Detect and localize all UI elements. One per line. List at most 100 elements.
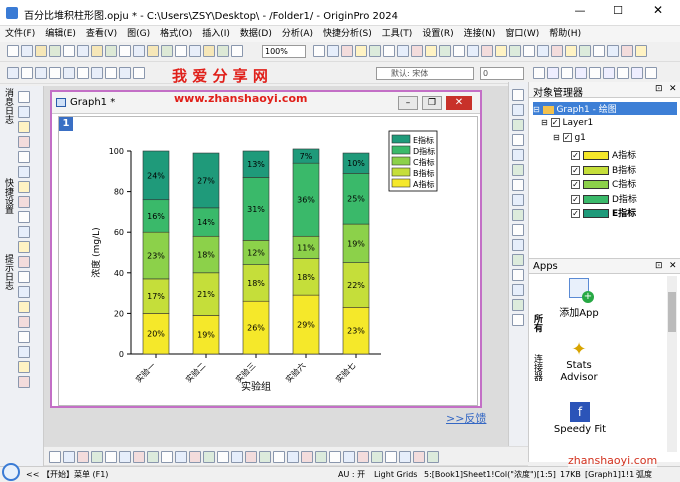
toolbar-button-icon[interactable] <box>371 451 383 463</box>
toolbar-button-icon[interactable] <box>411 45 423 57</box>
feedback-link[interactable]: >>反馈 <box>446 410 486 426</box>
graph-close-button[interactable]: ✕ <box>446 96 472 110</box>
toolbar-button-icon[interactable] <box>18 196 30 208</box>
toolbar-button-icon[interactable] <box>35 45 47 57</box>
collapse-icon[interactable]: ⊟ <box>533 105 540 114</box>
tree-plot-item[interactable]: ✓ C指标 <box>571 177 677 192</box>
menu-item-8[interactable]: 快捷分析(S) <box>318 26 377 42</box>
minimize-button[interactable]: — <box>570 4 590 20</box>
toolbar-button-icon[interactable] <box>481 45 493 57</box>
toolbar-button-icon[interactable] <box>645 67 657 79</box>
close-button[interactable]: ✕ <box>648 3 668 19</box>
toolbar-button-icon[interactable] <box>18 211 30 223</box>
toolbar-button-icon[interactable] <box>63 451 75 463</box>
toolbar-button-icon[interactable] <box>21 67 33 79</box>
menu-item-2[interactable]: 查看(V) <box>81 26 122 42</box>
toolbar-button-icon[interactable] <box>18 106 30 118</box>
toolbar-button-icon[interactable] <box>425 45 437 57</box>
toolbar-button-icon[interactable] <box>512 284 524 296</box>
graph-window[interactable]: Graph1 * – ❐ ✕ 1 0 20 40 60 80 100 20% 17% 23% 16… <box>50 90 482 408</box>
tree-item-layer[interactable]: ⊟ ✓ Layer1 <box>541 118 593 128</box>
toolbar-button-icon[interactable] <box>495 45 507 57</box>
plot-checkbox[interactable]: ✓ <box>571 165 580 175</box>
search-icon[interactable] <box>2 463 20 481</box>
menu-item-11[interactable]: 连接(N) <box>459 26 501 42</box>
toolbar-button-icon[interactable] <box>18 376 30 388</box>
legend-swatch[interactable] <box>391 134 411 144</box>
graph-minimize-button[interactable]: – <box>398 96 418 110</box>
toolbar-button-icon[interactable] <box>18 301 30 313</box>
toolbar-button-icon[interactable] <box>18 226 30 238</box>
toolbar-button-icon[interactable] <box>439 45 451 57</box>
toolbar-button-icon[interactable] <box>119 451 131 463</box>
toolbar-button-icon[interactable] <box>301 451 313 463</box>
toolbar-button-icon[interactable] <box>512 134 524 146</box>
toolbar-button-icon[interactable] <box>105 451 117 463</box>
graph-page[interactable]: 1 0 20 40 60 80 100 20% 17% 23% 16% 24% 实验一 19% 21% 18… <box>58 116 478 406</box>
toolbar-button-icon[interactable] <box>91 67 103 79</box>
toolbar-button-icon[interactable] <box>512 299 524 311</box>
toolbar-button-icon[interactable] <box>18 241 30 253</box>
toolbar-button-icon[interactable] <box>259 451 271 463</box>
toolbar-button-icon[interactable] <box>63 45 75 57</box>
toolbar-button-icon[interactable] <box>383 45 395 57</box>
toolbar-button-icon[interactable] <box>49 67 61 79</box>
legend-swatch[interactable] <box>391 156 411 166</box>
collapse-icon[interactable]: ⊟ <box>553 133 560 142</box>
toolbar-button-icon[interactable] <box>547 67 559 79</box>
group-checkbox[interactable]: ✓ <box>562 133 572 142</box>
toolbar-button-icon[interactable] <box>512 269 524 281</box>
legend-swatch[interactable] <box>391 167 411 177</box>
toolbar-button-icon[interactable] <box>533 67 545 79</box>
toolbar-button-icon[interactable] <box>512 104 524 116</box>
toolbar-button-icon[interactable] <box>512 239 524 251</box>
toolbar-button-icon[interactable] <box>21 45 33 57</box>
toolbar-button-icon[interactable] <box>7 45 19 57</box>
toolbar-button-icon[interactable] <box>231 45 243 57</box>
tree-item-group[interactable]: ⊟ ✓ g1 <box>553 133 586 143</box>
toolbar-button-icon[interactable] <box>385 451 397 463</box>
toolbar-button-icon[interactable] <box>537 45 549 57</box>
toolbar-button-icon[interactable] <box>512 194 524 206</box>
toolbar-button-icon[interactable] <box>617 67 629 79</box>
toolbar-button-icon[interactable] <box>175 451 187 463</box>
toolbar-button-icon[interactable] <box>315 451 327 463</box>
plot-checkbox[interactable]: ✓ <box>571 194 580 204</box>
toolbar-button-icon[interactable] <box>329 451 341 463</box>
toolbar-button-icon[interactable] <box>273 451 285 463</box>
toolbar-button-icon[interactable] <box>18 121 30 133</box>
plot-checkbox[interactable]: ✓ <box>571 180 580 189</box>
toolbar-button-icon[interactable] <box>512 164 524 176</box>
tree-plot-item[interactable]: ✓ E指标 <box>571 206 677 221</box>
toolbar-button-icon[interactable] <box>119 67 131 79</box>
panel-close-icon[interactable]: ✕ <box>669 84 677 94</box>
font-name-combo[interactable]: 默认: 宋体 <box>376 67 474 80</box>
toolbar-button-icon[interactable] <box>593 45 605 57</box>
toolbar-button-icon[interactable] <box>18 166 30 178</box>
toolbar-button-icon[interactable] <box>105 45 117 57</box>
toolbar-button-icon[interactable] <box>287 451 299 463</box>
toolbar-button-icon[interactable] <box>147 451 159 463</box>
toolbar-button-icon[interactable] <box>512 314 524 326</box>
toolbar-button-icon[interactable] <box>91 45 103 57</box>
toolbar-button-icon[interactable] <box>523 45 535 57</box>
toolbar-button-icon[interactable] <box>355 45 367 57</box>
toolbar-button-icon[interactable] <box>18 151 30 163</box>
toolbar-button-icon[interactable] <box>49 45 61 57</box>
menu-item-7[interactable]: 分析(A) <box>277 26 318 42</box>
toolbar-button-icon[interactable] <box>399 451 411 463</box>
apps-pin-icon[interactable]: ⊡ <box>655 261 663 271</box>
collapse-icon[interactable]: ⊟ <box>541 118 548 127</box>
menu-item-4[interactable]: 格式(O) <box>155 26 197 42</box>
toolbar-button-icon[interactable] <box>603 67 615 79</box>
toolbar-button-icon[interactable] <box>453 45 465 57</box>
menu-item-10[interactable]: 设置(R) <box>417 26 458 42</box>
toolbar-button-icon[interactable] <box>512 224 524 236</box>
toolbar-button-icon[interactable] <box>105 67 117 79</box>
tab-quick-settings[interactable]: 快捷设置 <box>2 178 15 234</box>
toolbar-button-icon[interactable] <box>18 286 30 298</box>
toolbar-button-icon[interactable] <box>512 89 524 101</box>
toolbar-button-icon[interactable] <box>18 346 30 358</box>
graph-restore-button[interactable]: ❐ <box>422 96 442 110</box>
plot-checkbox[interactable]: ✓ <box>571 209 580 218</box>
